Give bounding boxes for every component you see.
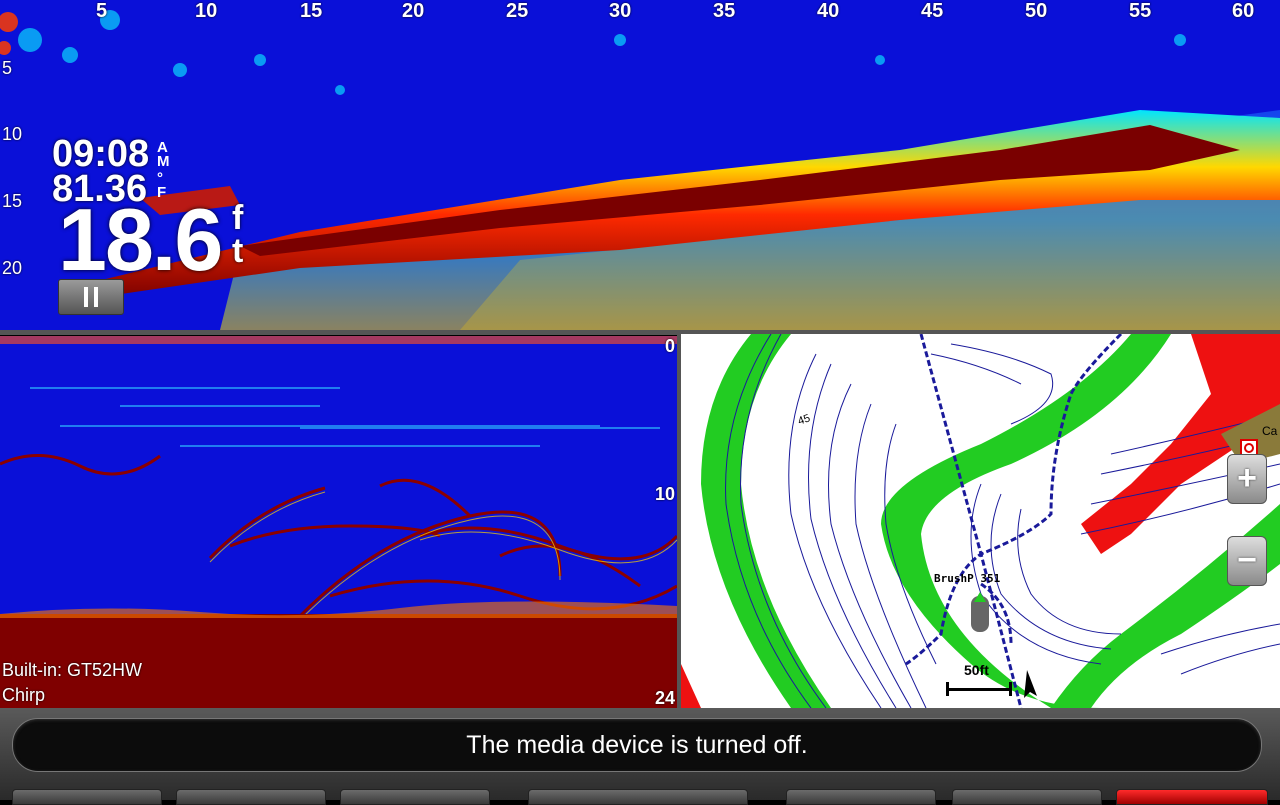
depth-unit: t xyxy=(232,232,244,270)
distance-tick: 40 xyxy=(817,0,840,22)
navigation-chart-pane[interactable]: + − xyxy=(681,334,1280,708)
softkey[interactable] xyxy=(528,789,748,805)
depth-readout: 18.6 xyxy=(58,196,223,284)
depth-tick: 10 xyxy=(2,124,23,144)
softkey[interactable] xyxy=(176,789,326,805)
notification-banner[interactable]: The media device is turned off. xyxy=(12,718,1262,772)
distance-tick: 60 xyxy=(1232,0,1255,22)
distance-tick: 50 xyxy=(1025,0,1048,22)
distance-tick: 55 xyxy=(1129,0,1152,22)
distance-tick: 30 xyxy=(609,0,632,22)
depth-value: 18.6 xyxy=(58,190,223,289)
contour-map xyxy=(681,334,1280,708)
frequency-label: Chirp xyxy=(2,685,46,705)
pause-icon xyxy=(94,287,98,307)
chirp-sonar-image xyxy=(0,336,677,708)
distance-tick: 20 xyxy=(402,0,425,22)
waypoint-label[interactable]: BrushP 351 xyxy=(934,572,1000,585)
time-am-pm: M xyxy=(157,153,170,170)
sonar-depth-tick: 0 xyxy=(664,336,675,356)
depth-tick: 15 xyxy=(2,191,23,211)
softkey[interactable] xyxy=(12,789,162,805)
forward-sonar-pane[interactable]: 5 10 15 20 25 30 35 40 45 50 55 60 5 10 … xyxy=(0,0,1280,330)
softkey[interactable] xyxy=(952,789,1102,805)
distance-tick: 35 xyxy=(713,0,736,22)
city-label: Ca xyxy=(1262,424,1278,438)
sonar-depth-tick: 10 xyxy=(654,484,675,504)
zoom-out-button[interactable]: − xyxy=(1227,536,1267,586)
sonar-depth-tick: 24 xyxy=(654,688,675,708)
distance-tick: 25 xyxy=(506,0,529,22)
distance-tick: 15 xyxy=(300,0,323,22)
notification-message: The media device is turned off. xyxy=(466,730,808,759)
softkey-alert[interactable] xyxy=(1116,789,1268,805)
softkey[interactable] xyxy=(786,789,936,805)
depth-unit: f xyxy=(232,199,244,237)
zoom-in-button[interactable]: + xyxy=(1227,454,1267,504)
map-scale-label: 50ft xyxy=(964,662,989,678)
depth-tick: 5 xyxy=(2,58,13,78)
softkey[interactable] xyxy=(340,789,490,805)
depth-tick: 20 xyxy=(2,258,23,278)
pause-button[interactable] xyxy=(58,279,124,315)
distance-tick: 45 xyxy=(921,0,944,22)
time-readout: 09:08 xyxy=(52,135,149,173)
pause-icon xyxy=(84,287,88,307)
map-scale-bar xyxy=(946,682,1012,696)
distance-tick: 10 xyxy=(195,0,218,22)
distance-tick: 5 xyxy=(96,0,108,22)
chirp-sonar-pane[interactable]: 0 10 24 Built-in: GT52HW Chirp xyxy=(0,336,677,708)
transducer-label: Built-in: GT52HW xyxy=(2,660,143,680)
